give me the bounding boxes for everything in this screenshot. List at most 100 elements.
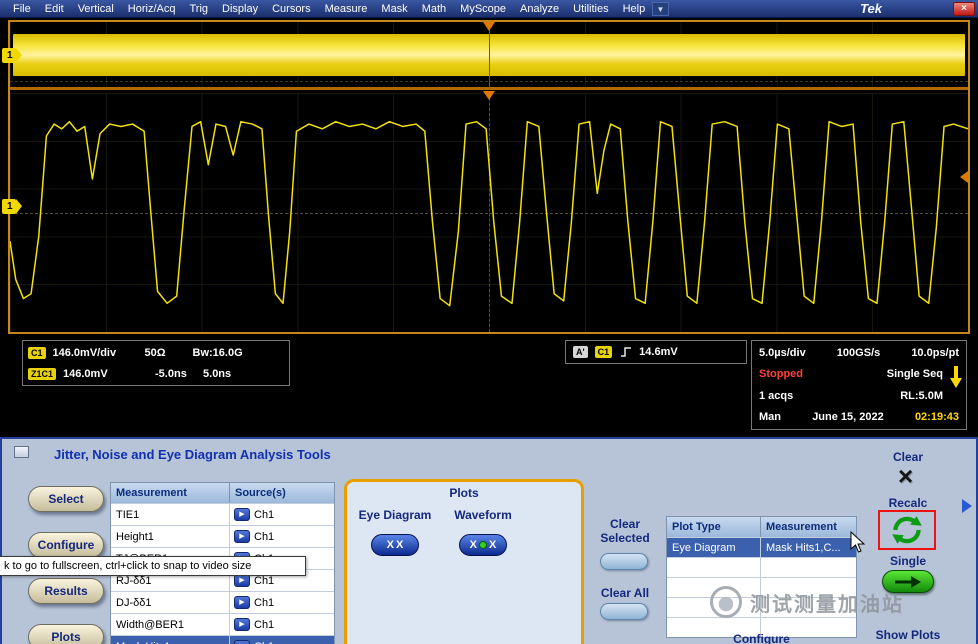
channel-1-marker-overview[interactable]: 1 <box>2 48 16 63</box>
clear-button[interactable]: × <box>898 461 913 492</box>
overview-center-line <box>489 22 490 87</box>
clear-all-label: Clear All <box>594 586 656 600</box>
recalc-button[interactable] <box>889 514 925 546</box>
menu-edit[interactable]: Edit <box>38 1 71 17</box>
waveform-svg <box>10 93 968 332</box>
nav-button-configure[interactable]: Configure <box>28 532 104 558</box>
plot-item-label: Waveform <box>441 508 525 526</box>
menu-myscope[interactable]: MyScope <box>453 1 513 17</box>
menu-utilities[interactable]: Utilities <box>566 1 615 17</box>
eye-diagram-icon[interactable]: XX <box>371 534 419 556</box>
ch1-badge: C1 <box>28 347 46 359</box>
measurement-name: DJ-δδ1 <box>111 592 230 613</box>
readout-bar: C1 146.0mV/div 50Ω Bw:16.0G Z1C1 146.0mV… <box>0 336 978 436</box>
rising-edge-icon <box>619 345 633 359</box>
menu-file[interactable]: File <box>6 1 38 17</box>
zoom-badge: Z1C1 <box>28 368 56 380</box>
measurement-row[interactable]: Height1▶Ch1 <box>111 525 334 547</box>
waveform-display[interactable]: 1 1 <box>8 20 970 334</box>
menu-items: FileEditVerticalHoriz/AcqTrigDisplayCurs… <box>0 1 652 17</box>
trigger-source-badge: C1 <box>595 346 613 358</box>
trigger-level-value: 14.6mV <box>639 346 678 358</box>
close-button[interactable]: × <box>953 2 975 16</box>
waveform-trace <box>10 122 968 306</box>
menu-mask[interactable]: Mask <box>374 1 414 17</box>
measurement-row[interactable]: TIE1▶Ch1 <box>111 503 334 525</box>
trigger-readout-box[interactable]: A' C1 14.6mV <box>565 340 747 364</box>
zoom-position-icon[interactable] <box>483 91 495 100</box>
oscilloscope-screen: FileEditVerticalHoriz/AcqTrigDisplayCurs… <box>0 0 978 644</box>
panel-window-icon[interactable] <box>14 446 29 458</box>
plot-measurement-cell: Mask Hits1,C... <box>761 538 856 557</box>
recalc-label: Recalc <box>878 496 938 510</box>
plots-items: Eye DiagramXXWaveformXX <box>353 508 525 556</box>
single-seq-arrow-icon <box>950 365 962 389</box>
menu-cursors[interactable]: Cursors <box>265 1 318 17</box>
source-chip-icon: ▶ <box>234 640 250 644</box>
acq-count: 1 acqs <box>759 390 793 402</box>
vertical-readout-box[interactable]: C1 146.0mV/div 50Ω Bw:16.0G Z1C1 146.0mV… <box>22 340 290 386</box>
sample-rate-value: 100GS/s <box>837 347 880 359</box>
acq-date: June 15, 2022 <box>812 411 884 423</box>
plot-table-header: Plot Type Measurement <box>667 517 856 537</box>
measurement-source: ▶Ch1 <box>230 526 334 547</box>
clear-all-button[interactable] <box>600 603 648 620</box>
record-length: RL:5.0M <box>900 390 943 402</box>
acq-mode: Single Seq <box>887 368 943 380</box>
plots-group-box: Plots Eye DiagramXXWaveformXX <box>344 479 584 644</box>
measurement-row[interactable]: Width@BER1▶Ch1 <box>111 613 334 635</box>
expand-arrow-icon[interactable] <box>962 499 972 513</box>
menu-vertical[interactable]: Vertical <box>71 1 121 17</box>
configure-label: Configure <box>666 632 857 644</box>
measurement-name: Height1 <box>111 526 230 547</box>
menu-bar: FileEditVerticalHoriz/AcqTrigDisplayCurs… <box>0 0 978 18</box>
zoom-scale: 146.0mV <box>63 368 155 380</box>
tek-logo: Tek <box>860 1 882 16</box>
horizontal-readout-box: 5.0µs/div 100GS/s 10.0ps/pt Stopped Sing… <box>751 340 967 430</box>
clear-selected-button[interactable] <box>600 553 648 570</box>
trigger-level-marker[interactable] <box>960 171 968 183</box>
measurement-row[interactable]: DJ-δδ1▶Ch1 <box>111 591 334 613</box>
nav-button-plots[interactable]: Plots <box>28 624 104 644</box>
nav-button-results[interactable]: Results <box>28 578 104 604</box>
acq-status: Stopped <box>759 368 803 380</box>
show-plots-label: Show Plots <box>870 628 946 642</box>
menu-display[interactable]: Display <box>215 1 265 17</box>
source-chip-icon: ▶ <box>234 596 250 609</box>
watermark-logo-icon <box>710 586 742 618</box>
plot-table-empty-row <box>667 557 856 577</box>
resolution-value: 10.0ps/pt <box>911 347 959 359</box>
zoom-overview-strip[interactable]: 1 <box>10 22 968 90</box>
menu-overflow-icon[interactable]: ▼ <box>652 2 669 16</box>
header-plot-measurement: Measurement <box>761 517 856 537</box>
measurement-source: ▶Ch1 <box>230 504 334 525</box>
single-label: Single <box>878 554 938 568</box>
header-measurement: Measurement <box>111 483 230 503</box>
trigger-a-badge: A' <box>573 346 588 358</box>
menu-measure[interactable]: Measure <box>318 1 375 17</box>
plot-table: Plot Type Measurement Eye DiagramMask Hi… <box>666 516 857 638</box>
main-graticule[interactable]: 1 <box>10 93 968 332</box>
menu-horiz-acq[interactable]: Horiz/Acq <box>121 1 183 17</box>
nav-button-select[interactable]: Select <box>28 486 104 512</box>
waveform-icon[interactable]: XX <box>459 534 507 556</box>
channel-1-marker-main[interactable]: 1 <box>2 199 16 214</box>
trig-mode: Man <box>759 411 781 423</box>
measurement-name: Mask Hits1 <box>111 636 230 644</box>
watermark-text: 测试测量加油站 <box>750 588 904 617</box>
ch1-bandwidth: Bw:16.0G <box>193 347 243 359</box>
mouse-cursor <box>850 531 868 555</box>
measurement-source: ▶Ch1 <box>230 614 334 635</box>
trigger-position-icon[interactable] <box>483 22 495 31</box>
ch1-scale: 146.0mV/div <box>53 347 145 359</box>
plot-table-row[interactable]: Eye DiagramMask Hits1,C... <box>667 537 856 557</box>
measurement-name: Width@BER1 <box>111 614 230 635</box>
menu-help[interactable]: Help <box>616 1 653 17</box>
menu-math[interactable]: Math <box>415 1 453 17</box>
menu-trig[interactable]: Trig <box>182 1 215 17</box>
measurement-row[interactable]: Mask Hits1▶Ch1 <box>111 635 334 644</box>
measurement-source: ▶Ch1 <box>230 636 334 644</box>
zoom-start: -5.0ns <box>155 368 203 380</box>
menu-analyze[interactable]: Analyze <box>513 1 566 17</box>
zoom-end: 5.0ns <box>203 368 231 380</box>
